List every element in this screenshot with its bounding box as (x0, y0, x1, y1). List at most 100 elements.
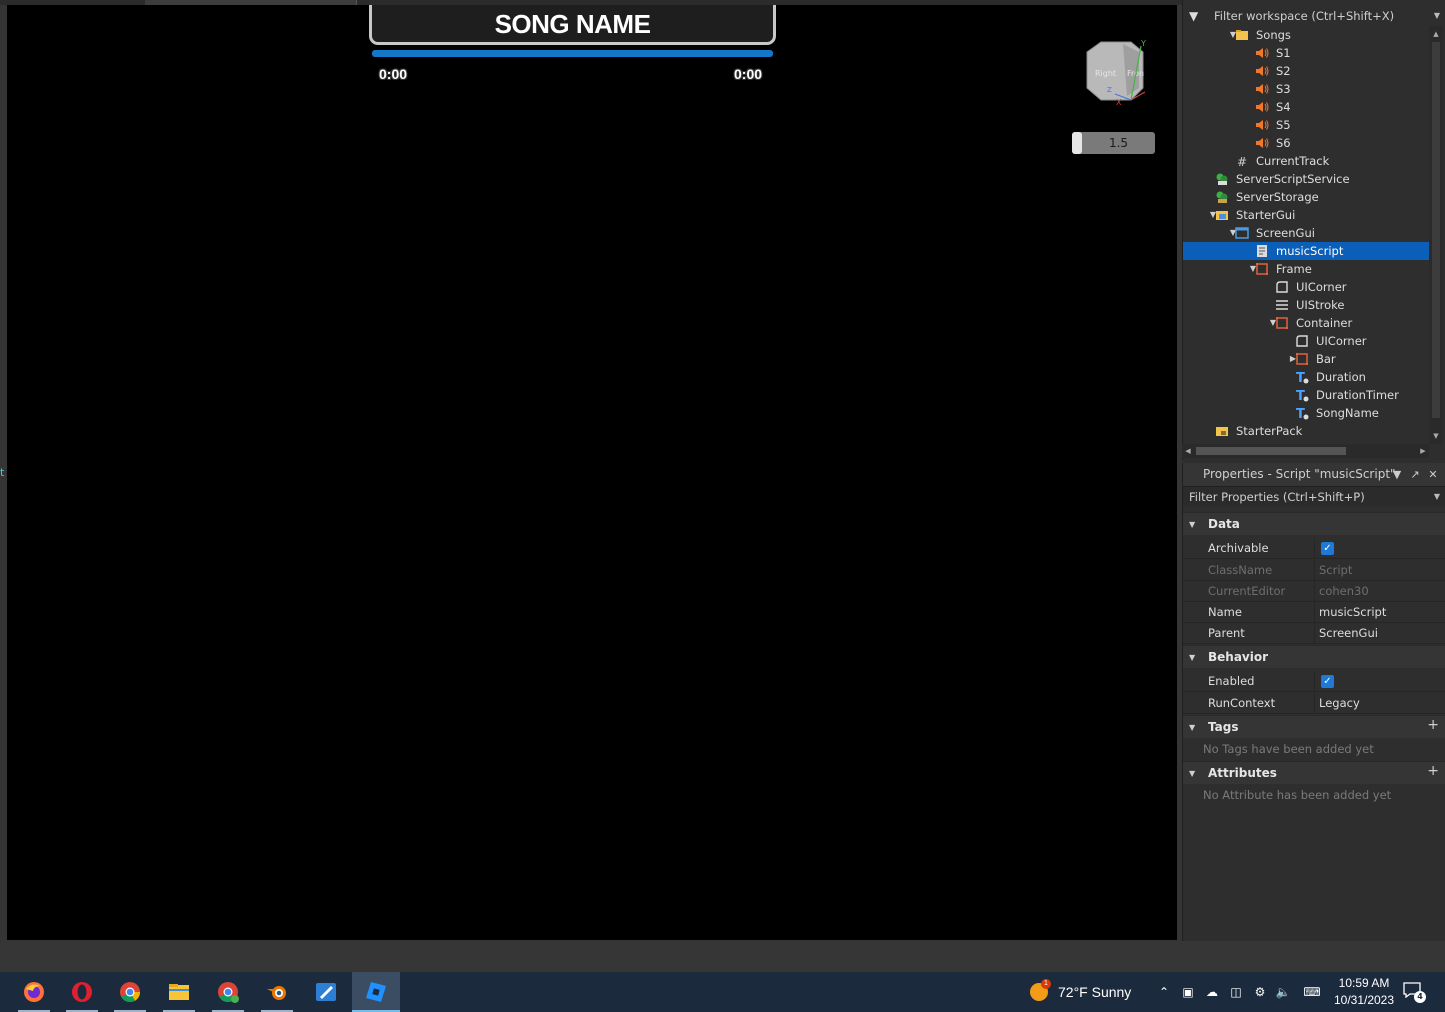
tree-item-label: S2 (1276, 62, 1291, 80)
tree-item-s1[interactable]: S1 (1183, 44, 1430, 62)
scrollbar-thumb[interactable] (1196, 447, 1346, 455)
tree-item-label: Bar (1316, 350, 1336, 368)
notification-count: 4 (1414, 991, 1426, 1003)
opera-icon[interactable] (58, 972, 106, 1012)
tree-item-serverstorage[interactable]: ServerStorage (1183, 188, 1430, 206)
tree-item-uicorner[interactable]: UICorner (1183, 278, 1430, 296)
scroll-up-icon[interactable]: ▲ (1429, 28, 1443, 40)
game-viewport[interactable]: SONG NAME 0:00 0:00 Right Fron Y X Z 1.5 (7, 5, 1177, 940)
blender-icon[interactable] (253, 972, 301, 1012)
explorer-filter-input[interactable]: ▼ Filter workspace (Ctrl+Shift+X) ▼ (1183, 6, 1445, 26)
onedrive-icon[interactable]: ☁ (1204, 984, 1220, 1000)
chevron-down-icon[interactable]: ▼ (1390, 463, 1404, 486)
scrollbar-thumb[interactable] (1432, 42, 1440, 418)
roblox-studio-icon[interactable] (352, 972, 400, 1012)
explorer-vertical-scrollbar[interactable]: ▲ ▼ (1429, 26, 1443, 444)
filter-icon: ▼ (1189, 6, 1198, 26)
tree-item-uicorner[interactable]: UICorner (1183, 332, 1430, 350)
tree-item-startergui[interactable]: ▼StarterGui (1183, 206, 1430, 224)
firefox-icon[interactable] (10, 972, 58, 1012)
tree-item-starterpack[interactable]: StarterPack (1183, 422, 1430, 440)
prop-value: cohen30 (1314, 581, 1445, 602)
tree-item-durationtimer[interactable]: TDurationTimer (1183, 386, 1430, 404)
sound-icon (1255, 64, 1269, 78)
scroll-right-icon[interactable]: ▶ (1417, 444, 1429, 458)
enabled-checkbox[interactable]: ✓ (1321, 675, 1334, 688)
chevron-down-icon[interactable]: ▼ (1434, 487, 1440, 507)
chrome-profile-icon[interactable] (204, 972, 252, 1012)
tags-empty-note: No Tags have been added yet (1203, 738, 1443, 760)
undock-icon[interactable]: ↗ (1408, 463, 1422, 486)
slider-knob[interactable] (1072, 132, 1082, 154)
section-tags[interactable]: ▼ Tags + (1183, 715, 1445, 738)
chevron-down-icon[interactable]: ▼ (1434, 6, 1440, 26)
section-data[interactable]: ▼ Data (1183, 512, 1445, 535)
keyboard-icon[interactable]: ⌨ (1301, 984, 1323, 1000)
network-icon[interactable]: ◫ (1228, 984, 1244, 1000)
tree-item-label: Duration (1316, 368, 1366, 386)
runcontext-select[interactable]: Legacy (1314, 693, 1445, 714)
tree-item-label: UICorner (1316, 332, 1367, 350)
tree-item-bar[interactable]: ▶Bar (1183, 350, 1430, 368)
explorer-horizontal-scrollbar[interactable]: ◀ ▶ (1182, 444, 1429, 458)
tree-item-label: ServerStorage (1236, 188, 1319, 206)
frame-icon (1295, 352, 1309, 366)
section-behavior[interactable]: ▼ Behavior (1183, 645, 1445, 668)
name-field[interactable]: musicScript (1314, 602, 1445, 623)
frame-icon (1255, 262, 1269, 276)
tree-item-screengui[interactable]: ▼ScreenGui (1183, 224, 1430, 242)
settings-icon[interactable]: ⚙ (1252, 984, 1268, 1000)
song-name-label: SONG NAME (495, 9, 651, 39)
meet-now-icon[interactable]: ▣ (1180, 984, 1196, 1000)
camera-speed-value: 1.5 (1082, 132, 1155, 154)
add-attribute-icon[interactable]: + (1427, 760, 1439, 783)
tree-item-label: ServerScriptService (1236, 170, 1350, 188)
clock[interactable]: 10:59 AM 10/31/2023 (1326, 975, 1402, 1009)
tree-item-frame[interactable]: ▼Frame (1183, 260, 1430, 278)
archivable-checkbox[interactable]: ✓ (1321, 542, 1334, 555)
script-icon (1255, 244, 1269, 258)
tree-item-serverscriptservice[interactable]: ServerScriptService (1183, 170, 1430, 188)
notification-center-icon[interactable]: 4 (1403, 982, 1425, 1002)
tree-item-s6[interactable]: S6 (1183, 134, 1430, 152)
tree-item-s3[interactable]: S3 (1183, 80, 1430, 98)
tree-item-duration[interactable]: TDuration (1183, 368, 1430, 386)
volume-icon[interactable]: 🔈 (1275, 984, 1291, 1000)
tree-item-songs[interactable]: ▼Songs (1183, 26, 1430, 44)
scroll-down-icon[interactable]: ▼ (1429, 430, 1443, 442)
section-attributes[interactable]: ▼ Attributes + (1183, 761, 1445, 784)
weather-widget[interactable]: 1 72°F Sunny (1028, 972, 1131, 1012)
section-data-label: Data (1208, 517, 1240, 531)
clock-date: 10/31/2023 (1326, 992, 1402, 1009)
view-cube-icon[interactable]: Right Fron Y X Z (1079, 38, 1147, 106)
tree-item-currenttrack[interactable]: #CurrentTrack (1183, 152, 1430, 170)
tree-item-s2[interactable]: S2 (1183, 62, 1430, 80)
tree-item-container[interactable]: ▼Container (1183, 314, 1430, 332)
folder-icon (1235, 28, 1249, 42)
caret-down-icon: ▼ (1189, 716, 1195, 739)
prop-classname: ClassName Script (1183, 560, 1445, 581)
starter-pack-icon (1215, 424, 1229, 438)
ui-corner-icon (1275, 280, 1289, 294)
tree-item-uistroke[interactable]: UIStroke (1183, 296, 1430, 314)
parent-field[interactable]: ScreenGui (1314, 623, 1445, 644)
file-explorer-icon[interactable] (155, 972, 203, 1012)
properties-panel: Properties - Script "musicScript" ▼ ↗ ✕ … (1182, 463, 1445, 941)
tree-item-s5[interactable]: S5 (1183, 116, 1430, 134)
axis-y-label: Y (1140, 39, 1146, 48)
tree-item-songname[interactable]: TSongName (1183, 404, 1430, 422)
chrome-icon[interactable] (106, 972, 154, 1012)
tree-item-musicscript[interactable]: musicScript (1183, 242, 1430, 260)
close-icon[interactable]: ✕ (1426, 463, 1440, 486)
weather-badge: 1 (1041, 979, 1051, 989)
tree-item-label: CurrentTrack (1256, 152, 1329, 170)
chevron-up-icon[interactable]: ⌃ (1156, 984, 1172, 1000)
camera-speed-slider[interactable]: 1.5 (1072, 132, 1155, 154)
paint-icon[interactable] (302, 972, 350, 1012)
tree-item-s4[interactable]: S4 (1183, 98, 1430, 116)
caret-down-icon: ▼ (1189, 513, 1195, 536)
add-tag-icon[interactable]: + (1427, 714, 1439, 737)
scroll-left-icon[interactable]: ◀ (1182, 444, 1194, 458)
prop-key: RunContext (1208, 693, 1314, 714)
properties-filter-input[interactable]: Filter Properties (Ctrl+Shift+P) ▼ (1183, 486, 1445, 506)
